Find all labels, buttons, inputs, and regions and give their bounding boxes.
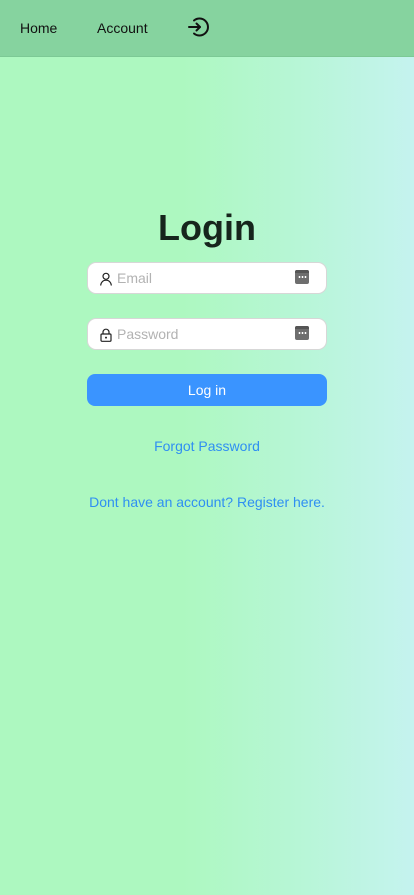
login-button[interactable]: Log in <box>87 374 327 406</box>
lock-icon <box>99 327 113 342</box>
user-icon <box>99 271 113 286</box>
logout-icon[interactable] <box>187 16 209 38</box>
password-manager-icon[interactable] <box>295 270 309 284</box>
password-input[interactable] <box>117 323 287 345</box>
password-manager-icon[interactable] <box>295 326 309 340</box>
email-field[interactable] <box>87 262 327 294</box>
top-nav-bar: Home Account <box>0 0 414 57</box>
password-field[interactable] <box>87 318 327 350</box>
email-input[interactable] <box>117 267 287 289</box>
forgot-password-link[interactable]: Forgot Password <box>0 437 414 455</box>
nav-account-link[interactable]: Account <box>97 19 148 37</box>
nav-home-link[interactable]: Home <box>20 19 57 37</box>
register-link[interactable]: Dont have an account? Register here. <box>0 493 414 511</box>
page-title: Login <box>158 207 256 248</box>
